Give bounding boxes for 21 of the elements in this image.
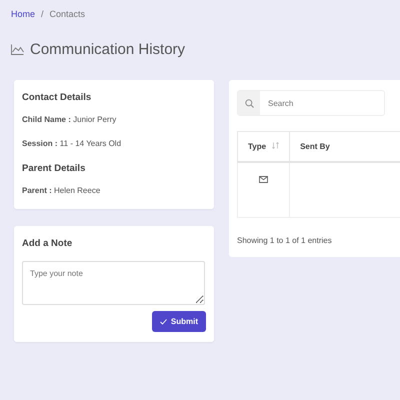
column-header: Sent By <box>290 132 400 162</box>
search-box[interactable]: Search <box>237 90 385 116</box>
note-field[interactable]: Type your note <box>22 261 205 305</box>
detail-line: Child Name : Junior Perry <box>22 115 118 124</box>
check-icon <box>160 318 167 324</box>
breadcrumb-current: Contacts <box>50 9 86 19</box>
page-title: Communication History <box>30 41 186 58</box>
entries-info: Showing 1 to 1 of 1 entries <box>237 236 333 245</box>
breadcrumb-separator: / <box>41 9 44 19</box>
area-chart-icon <box>11 44 24 55</box>
envelope-icon <box>259 176 268 183</box>
detail-line: Session : 11 - 14 Years Old <box>22 139 122 148</box>
breadcrumb-link[interactable]: Home <box>11 9 36 19</box>
section-heading: Contact Details <box>22 92 92 103</box>
column-header[interactable]: Type <box>238 132 290 162</box>
submit-button[interactable]: Submit <box>152 311 206 332</box>
sort-icon <box>272 142 280 149</box>
section-heading: Add a Note <box>22 238 74 249</box>
detail-line: Parent : Helen Reece <box>22 186 102 195</box>
section-heading: Parent Details <box>22 163 86 174</box>
search-icon <box>244 98 254 108</box>
